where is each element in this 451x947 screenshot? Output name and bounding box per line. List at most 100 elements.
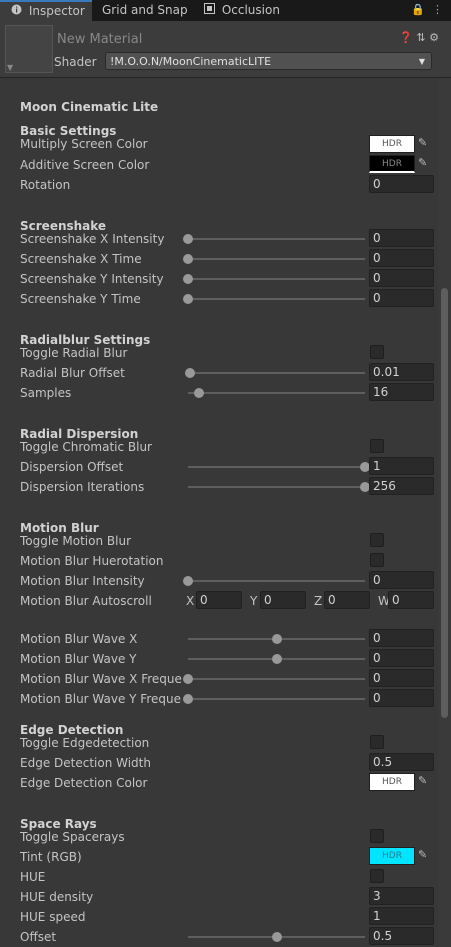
autoscroll-x-field[interactable]: 0 [196, 591, 242, 609]
motion-blur-intensity-slider[interactable] [183, 576, 365, 586]
section-radialblur-title: Radialblur Settings [20, 333, 151, 347]
autoscroll-axis-y-label: Y [250, 594, 258, 608]
hue-speed-field[interactable]: 1 [369, 907, 434, 925]
toggle-radial-blur-checkbox[interactable] [370, 345, 384, 359]
tab-inspector-label: Inspector [28, 4, 85, 18]
slider-handle[interactable] [271, 634, 282, 644]
slider-handle[interactable] [193, 388, 204, 398]
offset-slider[interactable] [188, 932, 365, 942]
motion-blur-wave-2-slider[interactable] [183, 674, 365, 684]
eyedropper-icon[interactable]: ✎ [418, 136, 427, 149]
dispersion-offset-field[interactable]: 1 [369, 457, 434, 475]
toggle-radial-blur-label: Toggle Radial Blur [20, 346, 128, 360]
info-icon [11, 2, 22, 21]
dispersion-offset-slider[interactable] [188, 462, 370, 472]
tint-color-swatch[interactable]: HDR [369, 847, 415, 865]
slider-handle[interactable] [183, 234, 193, 244]
motion-blur-hue-checkbox[interactable] [370, 553, 384, 567]
additive-color-swatch[interactable]: HDR [369, 155, 415, 173]
screenshake-row-2-slider[interactable] [183, 274, 365, 284]
occlusion-icon [204, 0, 215, 21]
shader-value: !M.O.O.N/MoonCinematicLITE [110, 55, 272, 68]
gear-icon[interactable]: ⚙ [429, 31, 439, 44]
motion-blur-wave-1-label: Motion Blur Wave Y [20, 652, 137, 666]
dispersion-iterations-label: Dispersion Iterations [20, 480, 145, 494]
autoscroll-axis-x-label: X [186, 594, 195, 608]
screenshake-row-0-slider[interactable] [183, 234, 365, 244]
screenshake-row-3-field[interactable]: 0 [369, 289, 434, 307]
toggle-motion-blur-checkbox[interactable] [370, 533, 384, 547]
scrollbar-thumb[interactable] [441, 288, 448, 718]
hue-density-field[interactable]: 3 [369, 887, 434, 905]
toggle-spacerays-checkbox[interactable] [370, 829, 384, 843]
tab-occlusion[interactable]: Occlusion [204, 0, 280, 21]
section-motionblur-title: Motion Blur [20, 521, 99, 535]
scrollbar[interactable] [438, 78, 451, 947]
properties-panel: Moon Cinematic Lite Basic Settings Multi… [0, 78, 438, 947]
motion-blur-wave-3-field[interactable]: 0 [369, 689, 434, 707]
more-icon[interactable]: ⋮ [432, 3, 443, 16]
motion-blur-wave-3-slider[interactable] [183, 694, 365, 704]
autoscroll-w-field[interactable]: 0 [388, 591, 434, 609]
screenshake-row-1-label: Screenshake X Time [20, 252, 142, 266]
edge-color-swatch[interactable]: HDR [369, 773, 415, 791]
help-icon[interactable]: ❓ [399, 31, 413, 44]
autoscroll-axis-z-label: Z [314, 594, 323, 608]
edge-width-field[interactable]: 0.5 [369, 753, 434, 771]
tab-icons: 🔒 ⋮ [411, 3, 443, 16]
samples-field[interactable]: 16 [369, 383, 434, 401]
lock-icon[interactable]: 🔒 [411, 3, 425, 16]
shader-label: Shader [54, 55, 97, 69]
motion-blur-hue-label: Motion Blur Huerotation [20, 554, 164, 568]
slider-handle[interactable] [183, 254, 193, 264]
samples-slider[interactable] [188, 388, 365, 398]
slider-handle[interactable] [184, 368, 195, 378]
eyedropper-icon[interactable]: ✎ [418, 156, 427, 169]
radial-blur-offset-slider[interactable] [184, 368, 365, 378]
screenshake-row-1-slider[interactable] [183, 254, 365, 264]
motion-blur-wave-1-slider[interactable] [188, 654, 365, 664]
screenshake-row-3-slider[interactable] [183, 294, 365, 304]
hdr-text: HDR [382, 777, 402, 787]
fold-arrow-icon[interactable]: ▼ [7, 63, 13, 72]
autoscroll-z-field[interactable]: 0 [324, 591, 370, 609]
chevron-down-icon: ▼ [418, 57, 425, 66]
tab-inspector[interactable]: Inspector [0, 0, 92, 21]
hdr-text: HDR [382, 851, 402, 861]
slider-handle[interactable] [271, 654, 282, 664]
multiply-color-label: Multiply Screen Color [20, 137, 148, 151]
toggle-edge-checkbox[interactable] [370, 735, 384, 749]
tint-label: Tint (RGB) [20, 850, 82, 864]
toggle-chromatic-blur-checkbox[interactable] [370, 439, 384, 453]
motion-blur-wave-0-field[interactable]: 0 [369, 629, 434, 647]
screenshake-row-2-field[interactable]: 0 [369, 269, 434, 287]
shader-dropdown[interactable]: !M.O.O.N/MoonCinematicLITE ▼ [105, 52, 432, 70]
screenshake-row-0-field[interactable]: 0 [369, 229, 434, 247]
motion-blur-wave-0-slider[interactable] [188, 634, 365, 644]
offset-field[interactable]: 0.5 [369, 927, 434, 945]
slider-handle[interactable] [183, 576, 193, 586]
eyedropper-icon[interactable]: ✎ [418, 774, 427, 787]
dispersion-iterations-slider[interactable] [188, 482, 370, 492]
multiply-color-swatch[interactable]: HDR [369, 135, 415, 153]
motion-blur-wave-2-field[interactable]: 0 [369, 669, 434, 687]
motion-blur-intensity-field[interactable]: 0 [369, 571, 434, 589]
radial-blur-offset-field[interactable]: 0.01 [369, 363, 434, 381]
section-dispersion-title: Radial Dispersion [20, 427, 139, 441]
motion-blur-intensity-label: Motion Blur Intensity [20, 574, 145, 588]
rotation-field[interactable]: 0 [369, 175, 434, 193]
autoscroll-y-field[interactable]: 0 [260, 591, 306, 609]
slider-handle[interactable] [183, 294, 193, 304]
offset-label: Offset [20, 930, 57, 944]
slider-handle[interactable] [183, 694, 193, 704]
screenshake-row-1-field[interactable]: 0 [369, 249, 434, 267]
slider-handle[interactable] [183, 674, 193, 684]
slider-handle[interactable] [271, 932, 282, 942]
tab-grid-and-snap[interactable]: Grid and Snap [102, 0, 188, 21]
dispersion-iterations-field[interactable]: 256 [369, 477, 434, 495]
slider-handle[interactable] [183, 274, 193, 284]
hue-checkbox[interactable] [370, 869, 384, 883]
preset-icon[interactable]: ⇅ [416, 31, 425, 44]
motion-blur-wave-1-field[interactable]: 0 [369, 649, 434, 667]
eyedropper-icon[interactable]: ✎ [418, 848, 427, 861]
